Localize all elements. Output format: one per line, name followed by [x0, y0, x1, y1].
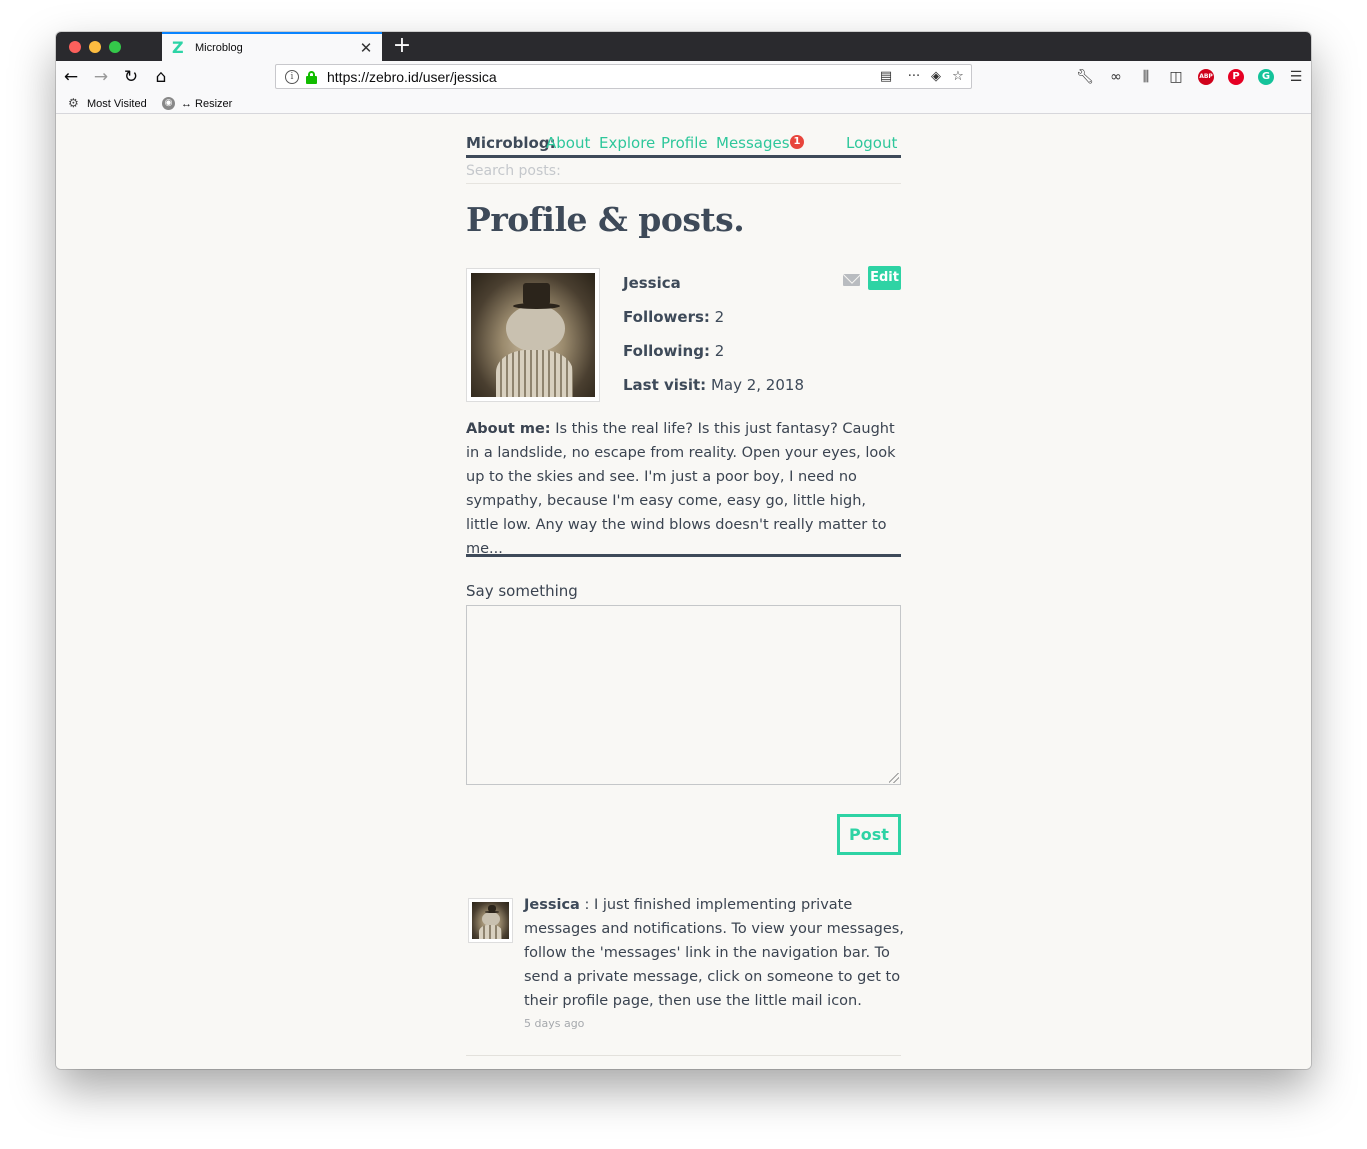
nav-link-logout[interactable]: Logout	[846, 134, 897, 152]
home-icon[interactable]: ⌂	[150, 66, 172, 88]
resize-handle-icon[interactable]	[889, 773, 899, 783]
new-tab-icon[interactable]: +	[391, 35, 413, 57]
bookmark-resizer[interactable]: ◉ ↔ Resizer	[162, 96, 232, 111]
bookmark-label: ↔ Resizer	[181, 97, 233, 110]
about-text: Is this the real life? Is this just fant…	[466, 421, 896, 557]
post-timestamp: 5 days ago	[524, 1017, 585, 1030]
about-me: About me: Is this the real life? Is this…	[466, 417, 901, 561]
reload-icon[interactable]: ↻	[120, 66, 142, 88]
mail-icon[interactable]	[843, 274, 860, 286]
followers-count: 2	[714, 308, 725, 326]
nav-link-explore[interactable]: Explore	[599, 134, 655, 152]
close-tab-icon[interactable]: ✕	[358, 40, 374, 56]
nav-toolbar: ← → ↻ ⌂ i https://zebro.id/user/jessica …	[56, 61, 1311, 93]
following-count: 2	[714, 342, 725, 360]
tab-bar: Z Microblog ✕ +	[56, 32, 1311, 61]
post-body: Jessica : I just finished implementing p…	[524, 893, 904, 1013]
forward-arrow-icon[interactable]: →	[90, 66, 112, 88]
profile-name: Jessica	[623, 274, 681, 292]
nav-brand: Microblog:	[466, 134, 556, 152]
zoom-window-button[interactable]	[109, 41, 121, 53]
back-arrow-icon[interactable]: ←	[60, 66, 82, 88]
zebro-favicon-icon: Z	[172, 37, 184, 57]
hamburger-menu-icon[interactable]: ☰	[1286, 67, 1306, 87]
minimize-window-button[interactable]	[89, 41, 101, 53]
sidebar-icon[interactable]: ◫	[1166, 67, 1186, 87]
post-avatar[interactable]	[468, 898, 513, 943]
close-window-button[interactable]	[69, 41, 81, 53]
pocket-icon[interactable]: ◈	[925, 68, 947, 86]
composer-label: Say something	[466, 582, 578, 600]
browser-tab[interactable]: Z Microblog ✕	[162, 32, 382, 61]
post-textarea[interactable]	[466, 605, 901, 785]
nav-link-about[interactable]: About	[546, 134, 590, 152]
bookmark-star-icon[interactable]: ☆	[947, 68, 969, 86]
web-page: Microblog: About Explore Profile Message…	[56, 114, 1311, 1069]
post-button[interactable]: Post	[837, 814, 901, 855]
adblock-icon[interactable]: ABP	[1198, 69, 1214, 85]
following-stat: Following: 2	[623, 342, 724, 360]
followers-stat: Followers: 2	[623, 308, 724, 326]
last-visit-stat: Last visit: May 2, 2018	[623, 376, 804, 394]
messages-badge: 1	[790, 135, 804, 149]
last-visit-label: Last visit:	[623, 376, 707, 394]
bookmark-most-visited[interactable]: ⚙ Most Visited	[68, 96, 147, 111]
edit-profile-button[interactable]: Edit	[868, 266, 901, 290]
address-bar[interactable]: i https://zebro.id/user/jessica ▤ ··· ◈ …	[275, 64, 972, 89]
following-label: Following:	[623, 342, 710, 360]
post-divider	[466, 1055, 901, 1056]
last-visit-date: May 2, 2018	[710, 376, 804, 394]
cat-photo	[471, 273, 595, 397]
grammarly-icon[interactable]: G	[1258, 69, 1274, 85]
url-text[interactable]: https://zebro.id/user/jessica	[327, 69, 875, 85]
post-author-link[interactable]: Jessica	[524, 897, 580, 913]
bookmark-label: Most Visited	[87, 97, 147, 110]
followers-label: Followers:	[623, 308, 710, 326]
site-info-icon[interactable]: i	[285, 69, 299, 84]
pinterest-icon[interactable]: P	[1228, 69, 1244, 85]
profile-avatar	[466, 268, 600, 402]
section-divider	[466, 554, 901, 557]
page-title: Profile & posts.	[466, 200, 745, 239]
nav-link-profile[interactable]: Profile	[661, 134, 708, 152]
library-icon[interactable]: ⫼	[1136, 67, 1156, 87]
nav-link-messages[interactable]: Messages	[716, 134, 790, 152]
search-input[interactable]: Search posts:	[466, 161, 901, 184]
post-text: I just finished implementing private mes…	[524, 897, 904, 1009]
reader-view-icon[interactable]: ▤	[875, 68, 897, 86]
site-nav: Microblog: About Explore Profile Message…	[466, 133, 901, 158]
bookmarks-bar: ⚙ Most Visited ◉ ↔ Resizer	[56, 93, 1311, 114]
cat-photo	[472, 902, 509, 939]
wrench-icon[interactable]: 🔧︎	[1075, 67, 1095, 87]
globe-icon: ◉	[162, 97, 175, 110]
browser-window: Z Microblog ✕ + ← → ↻ ⌂ i https://zebro.…	[56, 32, 1311, 1069]
about-label: About me:	[466, 421, 551, 437]
secure-lock-icon[interactable]	[306, 70, 317, 84]
gear-icon: ⚙	[68, 96, 79, 110]
private-mask-icon[interactable]: ∞	[1106, 67, 1126, 87]
page-actions-icon[interactable]: ···	[903, 68, 925, 86]
post-separator: :	[579, 897, 594, 913]
tab-title: Microblog	[195, 41, 243, 54]
